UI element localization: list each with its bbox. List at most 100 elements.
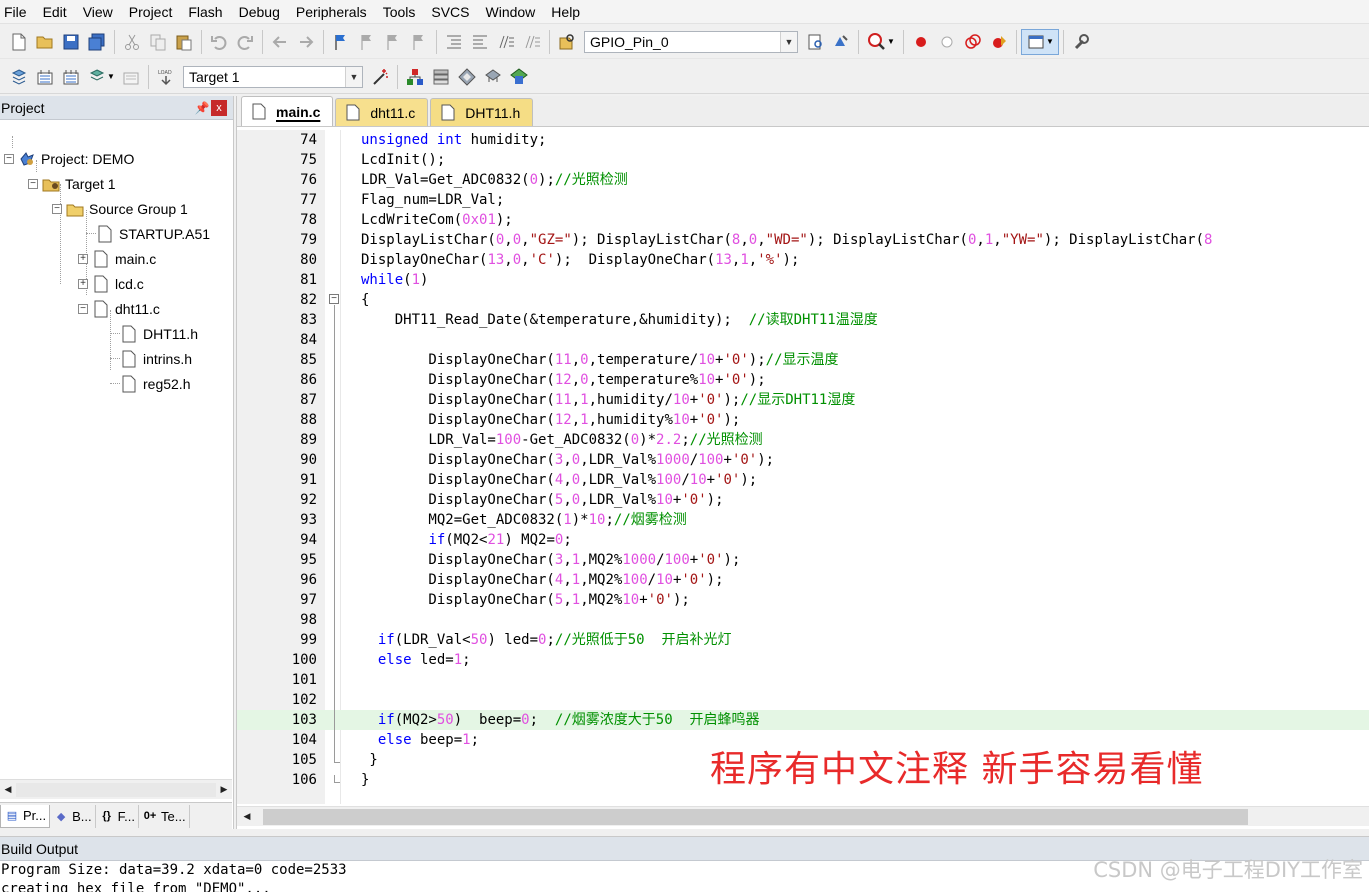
- menu-svcs[interactable]: SVCS: [423, 1, 477, 23]
- menu-help[interactable]: Help: [543, 1, 588, 23]
- configure-button[interactable]: [1068, 29, 1094, 55]
- code-line[interactable]: 96 DisplayOneChar(4,1,MQ2%100/10+'0');: [237, 570, 1369, 590]
- code-line[interactable]: 88 DisplayOneChar(12,1,humidity%10+'0');: [237, 410, 1369, 430]
- insert-breakpoint-button[interactable]: [908, 29, 934, 55]
- chevron-down-icon[interactable]: ▼: [887, 37, 895, 46]
- new-file-button[interactable]: [6, 29, 32, 55]
- prev-bookmark-button[interactable]: [354, 29, 380, 55]
- menu-debug[interactable]: Debug: [231, 1, 288, 23]
- tree-node-project[interactable]: − Project: DEMO: [4, 148, 134, 170]
- code-line[interactable]: 89 LDR_Val=100-Get_ADC0832(0)*2.2;//光照检测: [237, 430, 1369, 450]
- tab-main-c[interactable]: main.c: [241, 96, 334, 126]
- pack-manager-button[interactable]: [506, 64, 532, 90]
- debug-session-button[interactable]: ▼: [863, 29, 899, 55]
- code-line[interactable]: 80 DisplayOneChar(13,0,'C'); DisplayOneCh…: [237, 250, 1369, 270]
- chevron-down-icon[interactable]: ▼: [1046, 37, 1054, 46]
- bookmark-button[interactable]: [328, 29, 354, 55]
- tree-node-file[interactable]: STARTUP.A51: [96, 223, 210, 245]
- disable-breakpoint-button[interactable]: [934, 29, 960, 55]
- save-button[interactable]: [58, 29, 84, 55]
- manage-project-items-button[interactable]: [402, 64, 428, 90]
- target-combobox[interactable]: Target 1 ▼: [183, 65, 363, 88]
- collapse-icon[interactable]: −: [52, 204, 62, 214]
- uncomment-button[interactable]: [519, 29, 545, 55]
- download-button[interactable]: LOAD: [153, 64, 179, 90]
- code-line[interactable]: 84: [237, 330, 1369, 350]
- comment-button[interactable]: [493, 29, 519, 55]
- unindent-button[interactable]: [467, 29, 493, 55]
- collapse-icon[interactable]: −: [78, 304, 88, 314]
- target-combobox-value[interactable]: Target 1: [184, 69, 345, 85]
- find-combobox[interactable]: GPIO_Pin_0 ▼: [584, 30, 798, 53]
- chevron-down-icon[interactable]: ▼: [345, 66, 362, 87]
- tree-node-header[interactable]: reg52.h: [120, 373, 190, 395]
- code-line[interactable]: 100 else led=1;: [237, 650, 1369, 670]
- tab-dht11-c[interactable]: dht11.c: [335, 98, 429, 126]
- code-line[interactable]: 91 DisplayOneChar(4,0,LDR_Val%100/10+'0'…: [237, 470, 1369, 490]
- open-file-button[interactable]: [32, 29, 58, 55]
- code-line[interactable]: 85 DisplayOneChar(11,0,temperature/10+'0…: [237, 350, 1369, 370]
- code-line[interactable]: 99 if(LDR_Val<50) led=0;//光照低于50 开启补光灯: [237, 630, 1369, 650]
- save-all-button[interactable]: [84, 29, 110, 55]
- kill-all-breakpoints-button[interactable]: [986, 29, 1012, 55]
- redo-button[interactable]: [232, 29, 258, 55]
- window-layout-button[interactable]: ▼: [1021, 28, 1059, 55]
- collapse-icon[interactable]: −: [4, 154, 14, 164]
- tab-templates[interactable]: 0+ Te...: [139, 804, 190, 828]
- find-button[interactable]: [802, 29, 828, 55]
- menu-edit[interactable]: Edit: [35, 1, 75, 23]
- expand-icon[interactable]: +: [78, 279, 88, 289]
- stop-build-button[interactable]: [118, 64, 144, 90]
- scroll-left-icon[interactable]: ◀: [237, 808, 257, 826]
- tree-node-header[interactable]: DHT11.h: [120, 323, 198, 345]
- menu-tools[interactable]: Tools: [375, 1, 424, 23]
- indent-button[interactable]: [441, 29, 467, 55]
- incremental-find-button[interactable]: [828, 29, 854, 55]
- code-line[interactable]: 102: [237, 690, 1369, 710]
- menu-file[interactable]: File: [0, 1, 35, 23]
- undo-button[interactable]: [206, 29, 232, 55]
- code-line[interactable]: 74 unsigned int humidity;: [237, 130, 1369, 150]
- tree-node-source-group[interactable]: − Source Group 1: [52, 198, 188, 220]
- menu-flash[interactable]: Flash: [180, 1, 230, 23]
- code-line[interactable]: 101: [237, 670, 1369, 690]
- tree-node-file[interactable]: + lcd.c: [78, 273, 144, 295]
- navigate-back-button[interactable]: [267, 29, 293, 55]
- chevron-down-icon[interactable]: ▼: [780, 31, 797, 52]
- editor-horizontal-scrollbar[interactable]: ◀: [237, 806, 1369, 826]
- tab-project[interactable]: ▤ Pr...: [0, 804, 51, 828]
- expand-icon[interactable]: +: [78, 254, 88, 264]
- code-line[interactable]: 79 DisplayListChar(0,0,"GZ="); DisplayLis…: [237, 230, 1369, 250]
- collapse-icon[interactable]: −: [28, 179, 38, 189]
- code-line[interactable]: 90 DisplayOneChar(3,0,LDR_Val%1000/100+'…: [237, 450, 1369, 470]
- pack-installer-button[interactable]: [480, 64, 506, 90]
- build-button[interactable]: [32, 64, 58, 90]
- next-bookmark-button[interactable]: [380, 29, 406, 55]
- menu-view[interactable]: View: [75, 1, 121, 23]
- tab-functions[interactable]: {} F...: [96, 804, 139, 828]
- code-line[interactable]: 77 Flag_num=LDR_Val;: [237, 190, 1369, 210]
- translate-button[interactable]: [6, 64, 32, 90]
- chevron-down-icon[interactable]: ▼: [107, 72, 115, 81]
- menu-peripherals[interactable]: Peripherals: [288, 1, 375, 23]
- disable-all-breakpoints-button[interactable]: [960, 29, 986, 55]
- code-line[interactable]: 76 LDR_Val=Get_ADC0832(0);//光照检测: [237, 170, 1369, 190]
- paste-button[interactable]: [171, 29, 197, 55]
- tree-node-target[interactable]: − Target 1: [28, 173, 116, 195]
- code-line[interactable]: 78 LcdWriteCom(0x01);: [237, 210, 1369, 230]
- scrollbar-track[interactable]: [16, 782, 216, 797]
- code-line[interactable]: 86 DisplayOneChar(12,0,temperature%10+'0…: [237, 370, 1369, 390]
- code-line[interactable]: 87 DisplayOneChar(11,1,humidity/10+'0');…: [237, 390, 1369, 410]
- code-line[interactable]: 94 if(MQ2<21) MQ2=0;: [237, 530, 1369, 550]
- menu-project[interactable]: Project: [121, 1, 181, 23]
- code-line[interactable]: 97 DisplayOneChar(5,1,MQ2%10+'0');: [237, 590, 1369, 610]
- tree-node-file[interactable]: + main.c: [78, 248, 156, 270]
- code-line[interactable]: 82 {: [237, 290, 1369, 310]
- batch-build-button[interactable]: ▼: [84, 64, 118, 90]
- copy-button[interactable]: [145, 29, 171, 55]
- software-components-button[interactable]: [454, 64, 480, 90]
- cut-button[interactable]: [119, 29, 145, 55]
- tab-books[interactable]: ◆ B...: [50, 804, 96, 828]
- clear-bookmarks-button[interactable]: [406, 29, 432, 55]
- code-line[interactable]: 75 LcdInit();: [237, 150, 1369, 170]
